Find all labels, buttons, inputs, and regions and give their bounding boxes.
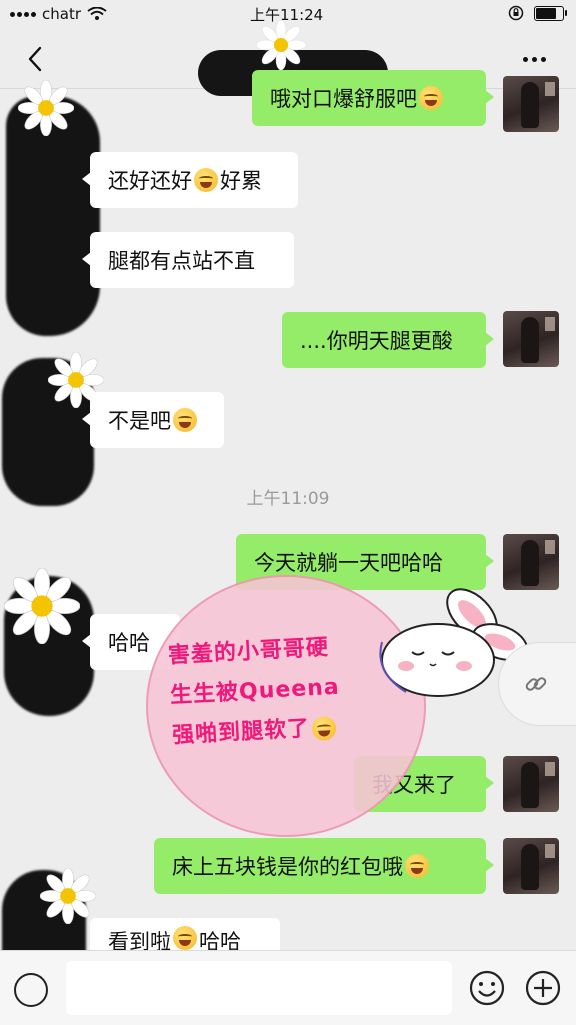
message-text: 腿都有点站不直	[108, 249, 255, 273]
status-right	[508, 5, 567, 21]
message-bubble-received[interactable]: 不是吧	[82, 392, 224, 448]
status-left: chatr	[10, 5, 107, 23]
daisy-sticker	[40, 868, 96, 924]
sticker-caption: 害羞的小哥哥硬 生生被Queena 强啪到腿软了	[167, 624, 423, 757]
message-bubble-received[interactable]: 腿都有点站不直	[82, 232, 294, 288]
laugh-cry-emoji	[173, 926, 197, 950]
message-bubble-received[interactable]: 还好还好 好累	[82, 152, 298, 208]
message-bubble-sent[interactable]: ....你明天腿更酸	[282, 312, 494, 368]
laugh-cry-emoji	[194, 168, 218, 192]
my-avatar[interactable]	[503, 76, 559, 132]
message-text: 哈哈	[108, 631, 150, 655]
message-text: 还好还好	[108, 169, 192, 193]
laugh-cry-emoji	[173, 408, 197, 432]
message-text: 好累	[220, 169, 262, 193]
input-bar	[0, 950, 576, 1025]
message-input[interactable]	[66, 961, 452, 1015]
daisy-sticker	[18, 80, 74, 136]
daisy-sticker	[4, 568, 80, 644]
plus-icon[interactable]	[524, 969, 562, 1007]
message-text: 不是吧	[108, 409, 171, 433]
message-text: 床上五块钱是你的红包哦	[172, 855, 403, 879]
joy-emoji	[405, 854, 429, 878]
daisy-sticker	[256, 20, 306, 70]
message-text: 今天就躺一天吧哈哈	[254, 551, 443, 575]
smiley-icon[interactable]	[468, 969, 506, 1007]
smirk-emoji	[311, 715, 337, 742]
more-button[interactable]	[514, 42, 554, 76]
my-avatar[interactable]	[503, 311, 559, 367]
wifi-icon	[87, 7, 107, 20]
message-bubble-sent[interactable]: 床上五块钱是你的红包哦	[154, 838, 494, 894]
rotation-lock-icon	[508, 5, 524, 21]
back-button[interactable]	[18, 42, 52, 76]
battery-icon	[534, 5, 567, 21]
chevron-left-icon	[28, 46, 42, 72]
carrier-name: chatr	[42, 5, 81, 23]
link-icon	[525, 677, 547, 691]
message-text: ....你明天腿更酸	[300, 329, 453, 353]
sticker-line: 强啪到腿软了	[171, 716, 311, 749]
laugh-cry-emoji	[419, 86, 443, 110]
link-float-button[interactable]	[498, 642, 576, 726]
my-avatar[interactable]	[503, 838, 559, 894]
message-timestamp: 上午11:09	[246, 489, 330, 509]
my-avatar[interactable]	[503, 756, 559, 812]
message-bubble-sent[interactable]: 哦对口爆舒服吧	[252, 70, 494, 126]
signal-icon	[10, 11, 36, 17]
message-text: 哦对口爆舒服吧	[270, 87, 417, 111]
voice-button[interactable]	[14, 973, 48, 1007]
